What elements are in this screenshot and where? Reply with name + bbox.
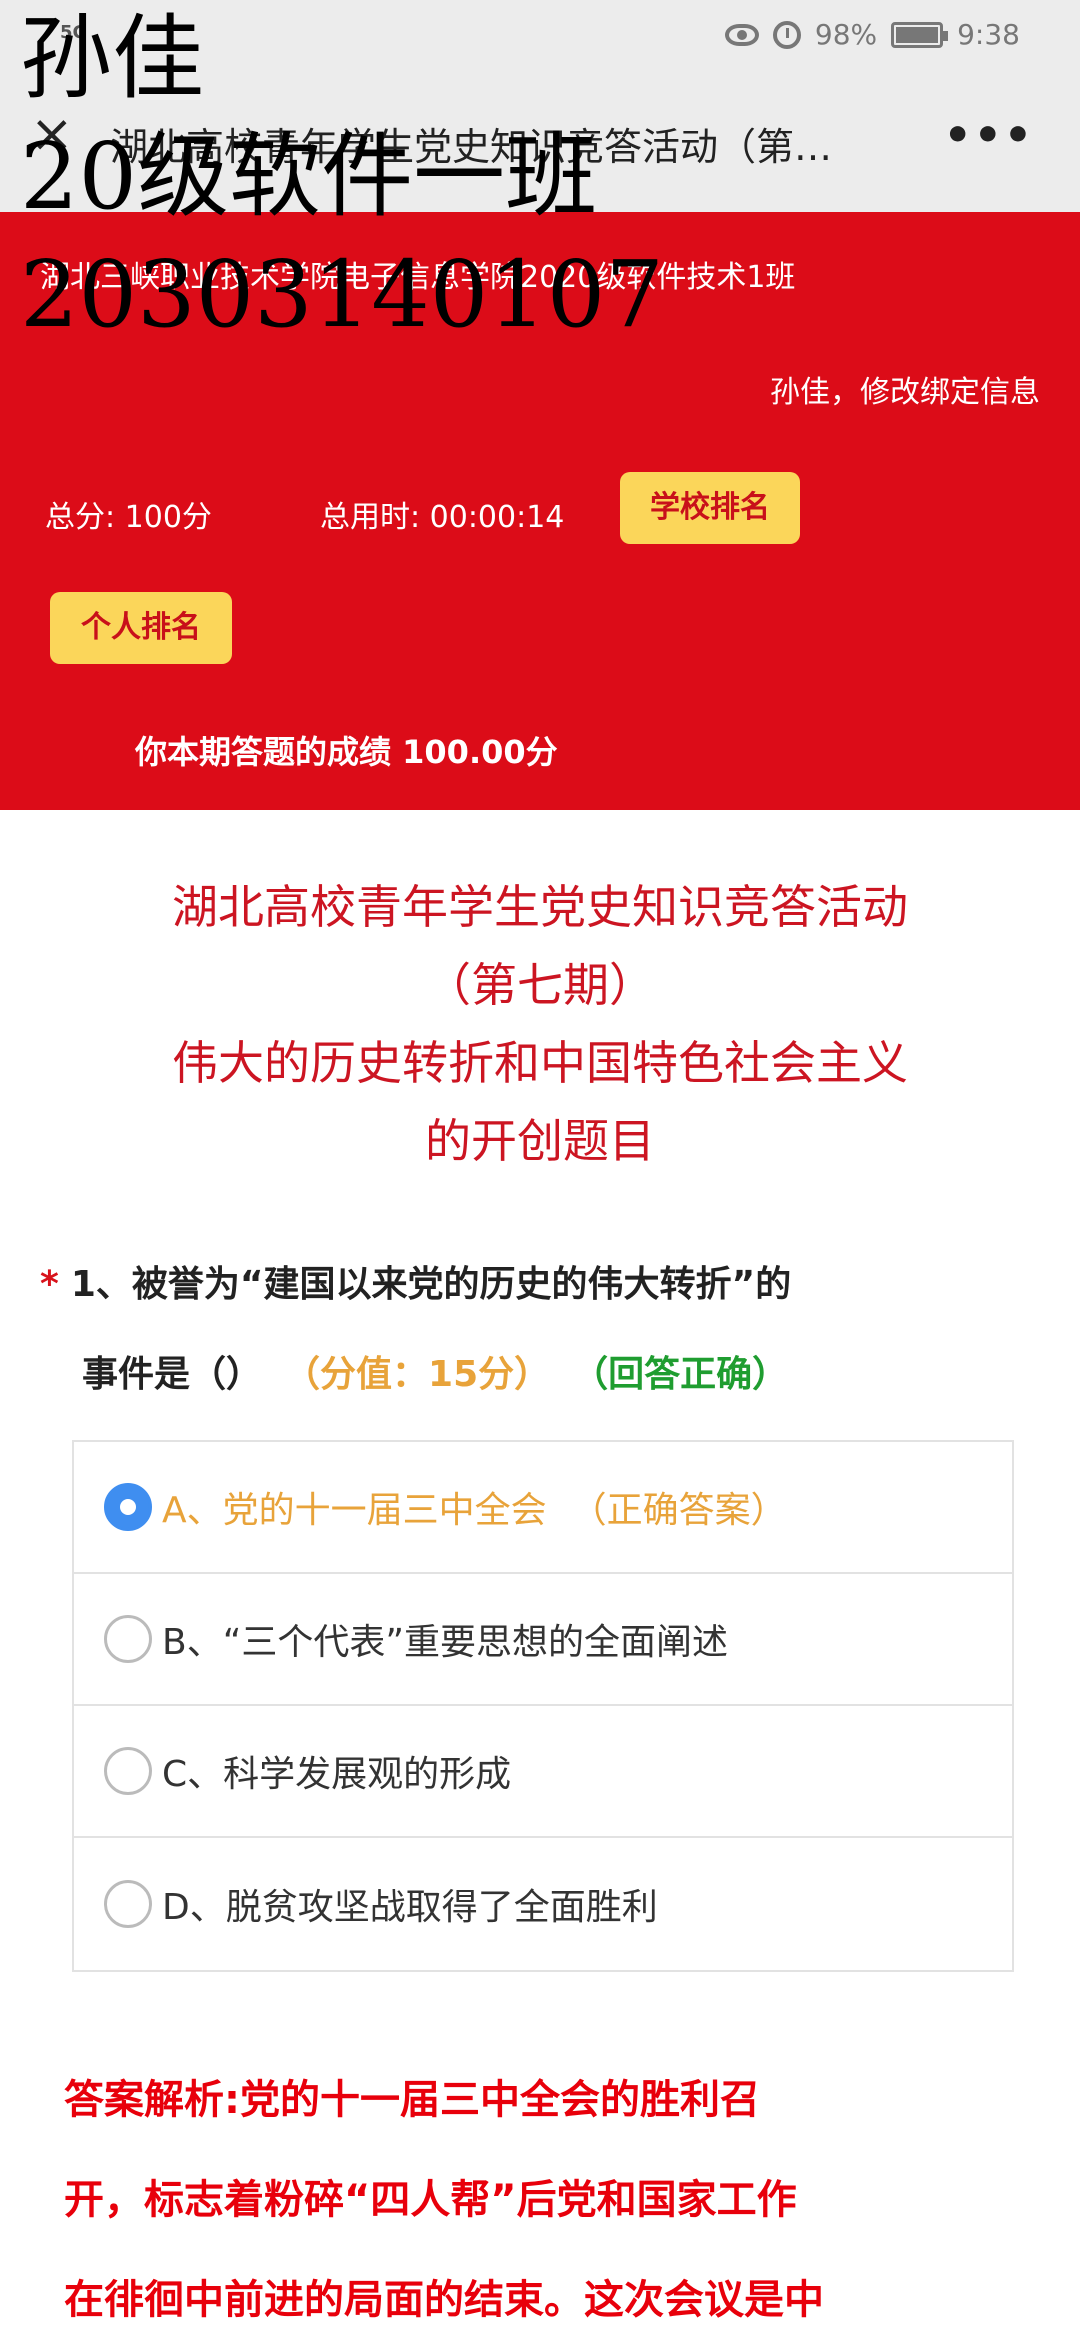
required-star: *: [40, 1264, 59, 1305]
watermark-id: 20303140107: [20, 241, 664, 348]
analysis-line: 在徘徊中前进的局面的结束。这次会议是中: [64, 2277, 824, 2323]
clock: 9:38: [957, 18, 1020, 51]
total-score: 总分: 100分: [45, 500, 212, 535]
watermark-class: 20级软件一班: [20, 123, 598, 230]
option-a[interactable]: A、党的十一届三中全会 （正确答案）: [74, 1442, 1012, 1574]
quiz-title-line: 的开创题目: [425, 1114, 655, 1168]
more-button[interactable]: •••: [944, 110, 1034, 161]
quiz-title-line: 伟大的历史转折和中国特色社会主义: [172, 1036, 908, 1090]
quiz-title-line: 湖北高校青年学生党史知识竞答活动: [172, 880, 908, 934]
quiz-title: 湖北高校青年学生党史知识竞答活动 （第七期） 伟大的历史转折和中国特色社会主义 …: [40, 868, 1040, 1180]
analysis-line: 开，标志着粉碎“四人帮”后党和国家工作: [64, 2177, 797, 2223]
radio-icon[interactable]: [104, 1880, 152, 1928]
school-rank-button[interactable]: 学校排名: [620, 472, 800, 544]
total-time: 总用时: 00:00:14: [320, 500, 565, 535]
battery-icon: [891, 21, 949, 48]
option-label: C、科学发展观的形成: [162, 1754, 512, 1795]
radio-icon[interactable]: [104, 1615, 152, 1663]
option-label: A、党的十一届三中全会: [162, 1490, 547, 1531]
analysis-line: 答案解析:党的十一届三中全会的胜利召: [64, 2077, 760, 2123]
option-label: B、“三个代表”重要思想的全面阐述: [162, 1622, 728, 1663]
user-watermark: 孙佳 20级软件一班 20303140107: [20, 0, 664, 354]
personal-rank-button[interactable]: 个人排名: [50, 592, 232, 664]
result-score: 你本期答题的成绩 100.00分: [135, 733, 558, 771]
radio-icon[interactable]: [104, 1747, 152, 1795]
answer-result: （回答正确）: [590, 1354, 789, 1395]
watermark-name: 孙佳: [20, 5, 205, 112]
question-text-cont: 事件是（）: [82, 1354, 263, 1395]
option-b[interactable]: B、“三个代表”重要思想的全面阐述: [74, 1574, 1012, 1706]
question-1: * 1、被誉为“建国以来党的历史的伟大转折”的 事件是（） （分值：15分） （回答正…: [40, 1240, 1050, 1420]
options-list: A、党的十一届三中全会 （正确答案） B、“三个代表”重要思想的全面阐述 C、科…: [72, 1440, 1014, 1972]
eye-icon: [724, 23, 759, 46]
status-icons: 98% 9:38: [724, 18, 1020, 51]
correct-answer-tag: （正确答案）: [570, 1490, 787, 1531]
option-label: D、脱贫攻坚战取得了全面胜利: [162, 1887, 658, 1928]
question-score: （分值：15分）: [302, 1354, 551, 1395]
radio-selected-icon[interactable]: [104, 1483, 152, 1531]
option-d[interactable]: D、脱贫攻坚战取得了全面胜利: [74, 1838, 1012, 1970]
answer-analysis: 答案解析:党的十一届三中全会的胜利召 开，标志着粉碎“四人帮”后党和国家工作 在…: [64, 2050, 1024, 2340]
option-c[interactable]: C、科学发展观的形成: [74, 1706, 1012, 1838]
edit-binding-link[interactable]: 孙佳，修改绑定信息: [770, 367, 1040, 411]
question-text: 1、被誉为“建国以来党的历史的伟大转折”的: [70, 1264, 792, 1305]
alarm-icon: [772, 20, 801, 49]
battery-percent: 98%: [814, 18, 878, 51]
quiz-title-line: （第七期）: [425, 958, 655, 1012]
